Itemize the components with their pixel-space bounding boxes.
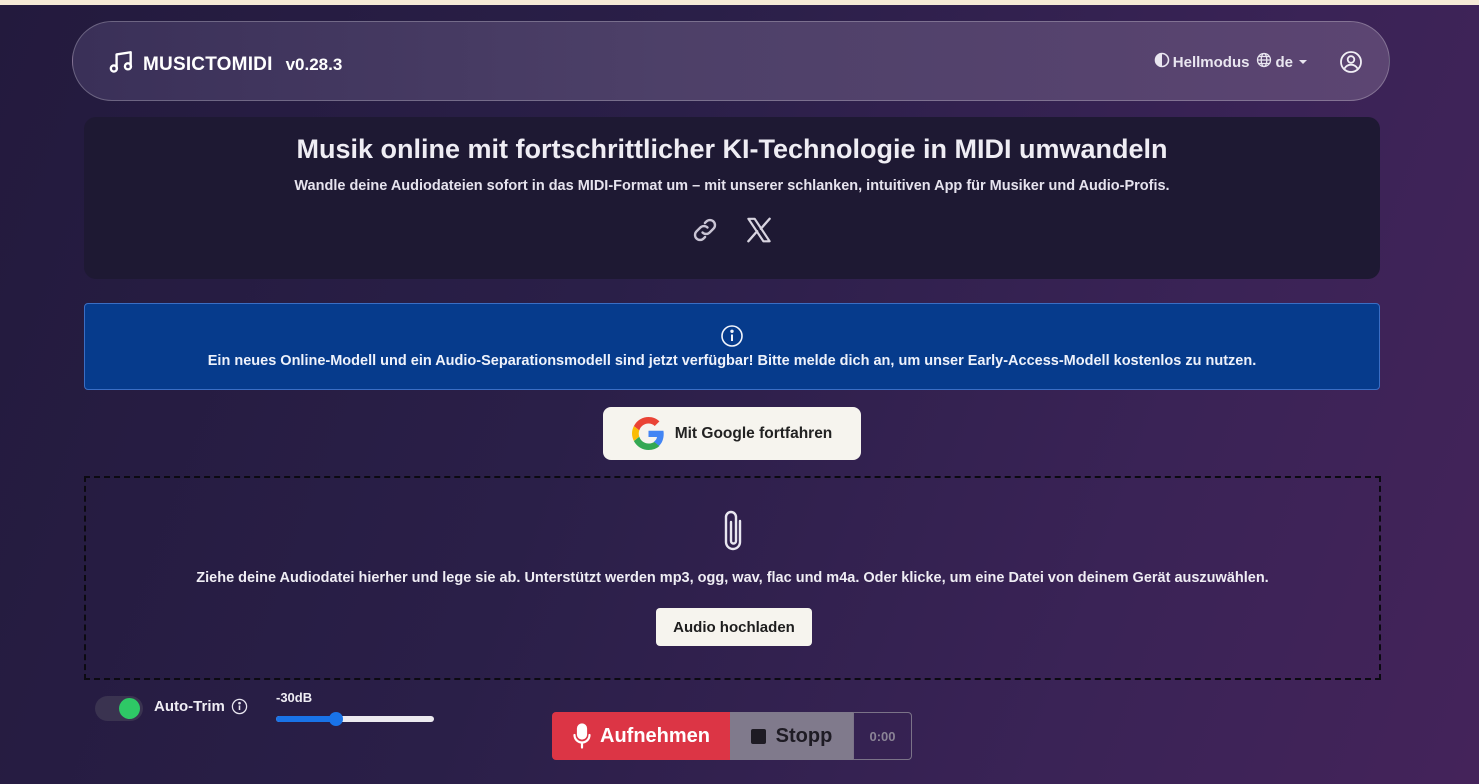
stop-square-icon <box>750 728 766 744</box>
stop-label: Stopp <box>775 724 833 747</box>
nav-right: Hellmodus de <box>1154 50 1363 74</box>
page-title: Musik online mit fortschrittlicher KI-Te… <box>296 134 1168 164</box>
threshold-value: -30dB <box>276 690 313 705</box>
auto-trim-label-group: Auto-Trim <box>154 698 248 715</box>
slider-thumb[interactable] <box>329 712 344 726</box>
toggle-knob <box>119 698 140 719</box>
link-icon[interactable] <box>690 215 720 250</box>
record-label: Aufnehmen <box>600 724 710 747</box>
file-dropzone[interactable]: Ziehe deine Audiodatei hierher und lege … <box>84 476 1381 680</box>
x-twitter-icon[interactable] <box>744 215 774 250</box>
auto-trim-label: Auto-Trim <box>154 698 225 715</box>
share-links <box>84 215 1380 250</box>
brand-name: MUSICTOMIDI <box>143 53 273 75</box>
auto-trim-toggle[interactable] <box>95 696 143 721</box>
info-alert: Ein neues Online-Modell und ein Audio-Se… <box>84 303 1380 390</box>
music-note-icon <box>109 49 135 80</box>
page-subtitle: Wandle deine Audiodateien sofort in das … <box>294 178 1170 194</box>
top-strip <box>0 0 1479 5</box>
theme-label: Hellmodus <box>1172 53 1250 71</box>
hero-section: Musik online mit fortschrittlicher KI-Te… <box>84 117 1380 279</box>
info-text: Ein neues Online-Modell und ein Audio-Se… <box>207 353 1257 369</box>
google-button-label: Mit Google fortfahren <box>674 424 833 442</box>
recording-timer: 0:00 <box>853 712 912 760</box>
caret-down-icon <box>1299 60 1307 64</box>
record-button[interactable]: Aufnehmen <box>552 712 730 760</box>
upload-audio-button[interactable]: Audio hochladen <box>656 608 812 646</box>
user-account-icon[interactable] <box>1339 50 1363 74</box>
google-signin-button[interactable]: Mit Google fortfahren <box>603 407 861 460</box>
brand[interactable]: MUSICTOMIDI v0.28.3 <box>109 49 342 80</box>
theme-toggle[interactable]: Hellmodus <box>1154 52 1250 72</box>
paperclip-icon <box>720 508 746 561</box>
info-icon <box>720 324 744 353</box>
threshold-slider[interactable] <box>276 712 434 726</box>
globe-icon <box>1256 52 1272 72</box>
contrast-icon <box>1154 52 1170 72</box>
language-label: de <box>1275 53 1293 71</box>
language-dropdown[interactable]: de <box>1256 52 1307 72</box>
info-small-icon[interactable] <box>231 698 248 715</box>
brand-version: v0.28.3 <box>285 54 343 74</box>
slider-fill <box>276 716 337 722</box>
stop-button[interactable]: Stopp <box>730 712 853 760</box>
dropzone-text: Ziehe deine Audiodatei hierher und lege … <box>196 570 1269 586</box>
navbar: MUSICTOMIDI v0.28.3 Hellmodus de <box>72 21 1390 101</box>
google-logo-icon <box>631 417 665 450</box>
microphone-icon <box>572 723 592 749</box>
